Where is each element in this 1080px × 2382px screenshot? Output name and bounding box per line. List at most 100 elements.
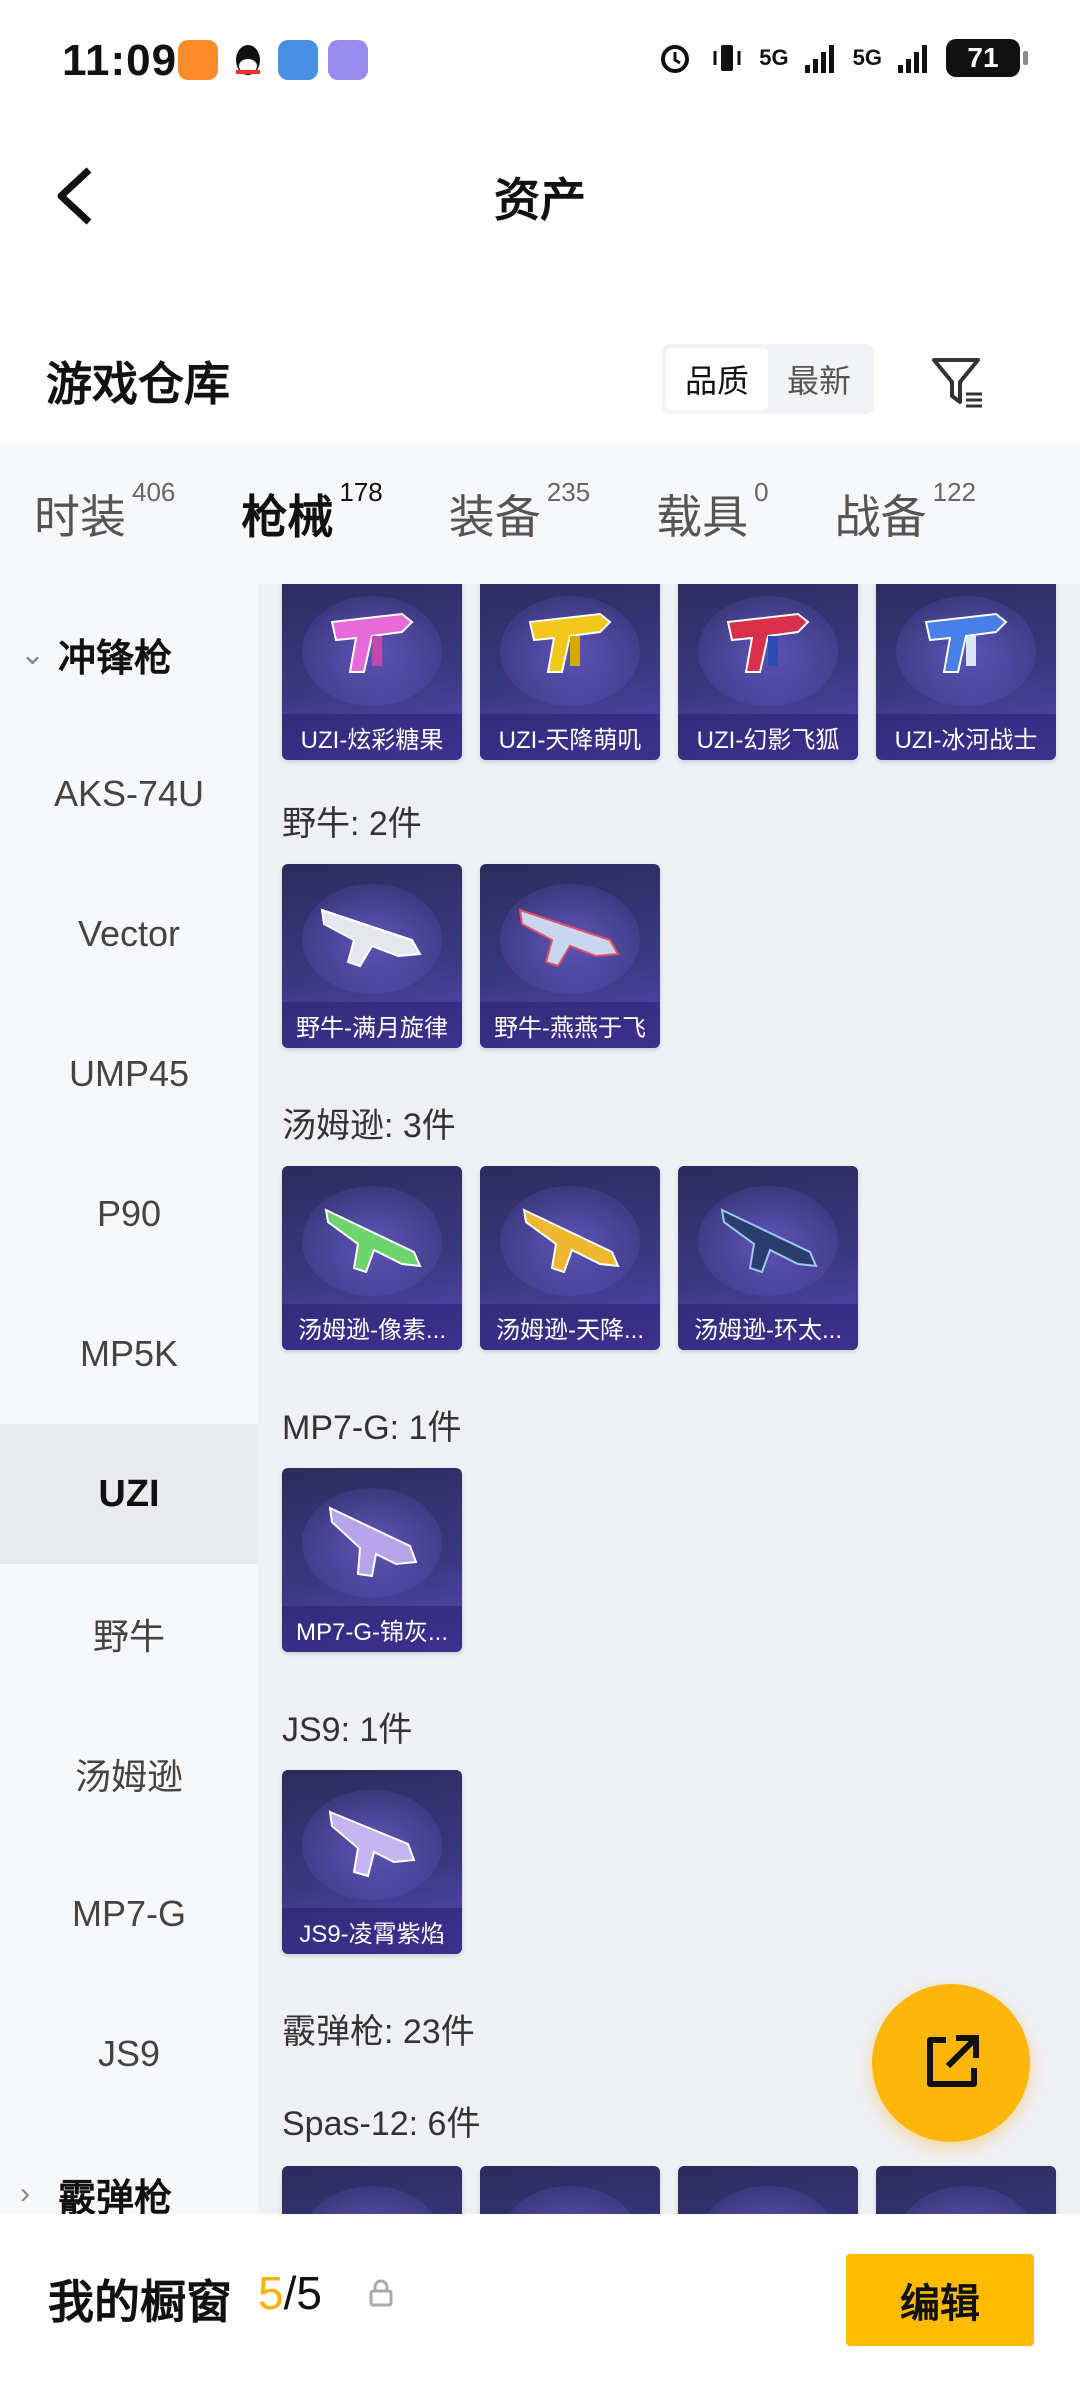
item-card[interactable]: UZI-冰河战士 — [876, 584, 1056, 760]
item-label: 野牛-燕燕于飞 — [480, 1002, 660, 1048]
edit-button[interactable]: 编辑 — [846, 2254, 1034, 2346]
smg-weapon-icon — [320, 908, 422, 968]
sidebar-item-p90[interactable]: P90 — [0, 1144, 258, 1284]
signal-bars-icon — [801, 38, 841, 78]
item-label: 汤姆逊-像素... — [282, 1304, 462, 1350]
showcase-label: 我的橱窗 — [48, 2276, 232, 2328]
share-button[interactable] — [872, 1984, 1030, 2142]
qq-icon — [228, 40, 268, 80]
sidebar-item-bison[interactable]: 野牛 — [0, 1564, 258, 1704]
group-title-js9: JS9: 1件 — [282, 1711, 413, 1749]
spas12-items-row — [282, 2166, 1056, 2214]
item-card[interactable] — [678, 2166, 858, 2214]
share-external-icon — [927, 2035, 979, 2087]
item-label: 汤姆逊-环太... — [678, 1304, 858, 1350]
sidebar-item-uzi[interactable]: UZI — [0, 1424, 258, 1564]
tab-label: 战备 — [834, 491, 927, 543]
item-label: JS9-凌霄紫焰 — [282, 1908, 462, 1954]
filter-button[interactable] — [920, 344, 996, 420]
status-icons: 5G 5G 71 — [655, 38, 1028, 78]
chevron-down-icon: ⌄ — [20, 637, 46, 671]
smg-weapon-icon — [720, 1208, 818, 1274]
signal-5g-2: 5G — [852, 45, 882, 70]
group-title-thompson: 汤姆逊: 3件 — [282, 1107, 456, 1145]
smg-weapon-icon — [522, 1208, 620, 1274]
warehouse-section-header: 游戏仓库 品质 最新 — [0, 330, 1080, 430]
bottom-bar: 我的橱窗 5/5 编辑 — [0, 2214, 1080, 2382]
smg-weapon-icon — [924, 612, 1008, 673]
tab-fashion[interactable]: 时装 406 — [34, 477, 175, 547]
item-label: 汤姆逊-天降... — [480, 1304, 660, 1350]
js9-items-row: JS9-凌霄紫焰 — [282, 1770, 462, 1954]
item-label: UZI-炫彩糖果 — [282, 714, 462, 760]
sidebar-item-aks74u[interactable]: AKS-74U — [0, 724, 258, 864]
sidebar-group-shotgun[interactable]: › 霰弹枪 — [0, 2124, 258, 2214]
item-card[interactable]: UZI-天降萌叽 — [480, 584, 660, 760]
sidebar-group-smg[interactable]: ⌄ 冲锋枪 — [0, 584, 258, 724]
tab-label: 时装 — [34, 491, 126, 543]
item-card[interactable] — [480, 2166, 660, 2214]
thompson-items-row: 汤姆逊-像素... 汤姆逊-天降... 汤姆逊-环太... — [282, 1166, 858, 1350]
status-bar: 11:09 5G 5G 71 — [0, 0, 1080, 120]
showcase-current: 5 — [258, 2267, 284, 2319]
showcase-count: 5/5 — [258, 2266, 322, 2320]
item-card[interactable]: MP7-G-锦灰... — [282, 1468, 462, 1652]
app-notification-icon — [178, 40, 218, 80]
bison-items-row: 野牛-满月旋律 野牛-燕燕于飞 — [282, 864, 660, 1048]
sidebar-item-vector[interactable]: Vector — [0, 864, 258, 1004]
item-card[interactable]: 野牛-满月旋律 — [282, 864, 462, 1048]
item-label: UZI-幻影飞狐 — [678, 714, 858, 760]
sidebar-item-mp5k[interactable]: MP5K — [0, 1284, 258, 1424]
group-title-bison: 野牛: 2件 — [282, 805, 422, 843]
item-card[interactable]: JS9-凌霄紫焰 — [282, 1770, 462, 1954]
showcase-total: /5 — [283, 2267, 322, 2319]
sidebar-item-thompson[interactable]: 汤姆逊 — [0, 1704, 258, 1844]
item-card[interactable]: 汤姆逊-环太... — [678, 1166, 858, 1350]
item-card[interactable]: 汤姆逊-天降... — [480, 1166, 660, 1350]
smg-weapon-icon — [528, 612, 612, 673]
uzi-items-row: UZI-炫彩糖果 UZI-天降萌叽 UZI-幻影飞狐 UZI-冰河战士 — [282, 584, 1056, 760]
battery-indicator: 71 — [946, 39, 1028, 77]
section-title: 游戏仓库 — [46, 358, 230, 410]
vibrate-icon — [707, 38, 747, 78]
group-title-spas12: Spas-12: 6件 — [282, 2105, 481, 2143]
category-tabs: 时装 406 枪械 178 装备 235 载具 0 战备 122 — [0, 444, 1080, 597]
sort-toggle: 品质 最新 — [662, 344, 874, 414]
mp7g-items-row: MP7-G-锦灰... — [282, 1468, 462, 1652]
smg-weapon-icon — [328, 1810, 416, 1878]
item-card[interactable] — [876, 2166, 1056, 2214]
smg-weapon-icon — [726, 612, 810, 673]
group-title-shotgun: 霰弹枪: 23件 — [282, 2013, 475, 2051]
tab-label: 枪械 — [241, 491, 334, 543]
weapon-type-sidebar: ⌄ 冲锋枪 AKS-74U Vector UMP45 P90 MP5K UZI … — [0, 584, 258, 2214]
tab-count: 122 — [932, 477, 977, 507]
sidebar-item-mp7g[interactable]: MP7-G — [0, 1844, 258, 1984]
tab-vehicles[interactable]: 载具 0 — [656, 477, 768, 547]
tab-count: 178 — [339, 477, 383, 507]
tab-label: 装备 — [448, 491, 541, 543]
item-card[interactable] — [282, 2166, 462, 2214]
status-time: 11:09 — [62, 36, 178, 85]
alarm-icon — [655, 38, 695, 78]
tab-count: 235 — [546, 477, 591, 507]
sort-newest-button[interactable]: 最新 — [768, 348, 870, 410]
tab-count: 0 — [754, 477, 769, 507]
item-label: UZI-天降萌叽 — [480, 714, 660, 760]
item-card[interactable]: UZI-幻影飞狐 — [678, 584, 858, 760]
sort-quality-button[interactable]: 品质 — [666, 348, 768, 410]
tab-equipment[interactable]: 装备 235 — [448, 477, 590, 547]
tab-firearms[interactable]: 枪械 178 — [241, 477, 383, 597]
sidebar-item-ump45[interactable]: UMP45 — [0, 1004, 258, 1144]
smg-weapon-icon — [518, 908, 620, 968]
filter-icon — [932, 358, 982, 408]
sidebar-item-js9[interactable]: JS9 — [0, 1984, 258, 2124]
item-card[interactable]: 汤姆逊-像素... — [282, 1166, 462, 1350]
group-title-mp7g: MP7-G: 1件 — [282, 1409, 462, 1447]
item-card[interactable]: 野牛-燕燕于飞 — [480, 864, 660, 1048]
wallet-app-icon — [278, 40, 318, 80]
item-card[interactable]: UZI-炫彩糖果 — [282, 584, 462, 760]
tab-supplies[interactable]: 战备 122 — [834, 477, 976, 547]
sidebar-group-label: 冲锋枪 — [58, 637, 173, 680]
tab-count: 406 — [132, 477, 176, 507]
lock-icon — [369, 2279, 393, 2307]
